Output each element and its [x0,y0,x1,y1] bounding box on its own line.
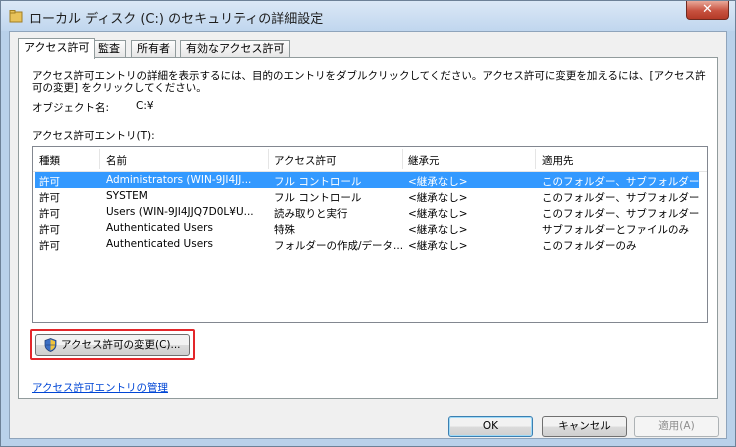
cancel-button[interactable]: キャンセル [542,416,627,437]
manage-entries-link[interactable]: アクセス許可エントリの管理 [32,380,168,395]
column-header-permission[interactable]: アクセス許可 [274,153,336,168]
cell-permission: フォルダーの作成/データ... [274,240,402,252]
window-title: ローカル ディスク (C:) のセキュリティの詳細設定 [29,12,324,27]
close-icon: ✕ [702,2,713,17]
cell-apply-to: このフォルダー、サブフォルダーお... [542,192,700,204]
change-permissions-button[interactable]: アクセス許可の変更(C)... [35,334,190,356]
tab-auditing[interactable]: 監査 [92,40,126,58]
cell-inherited-from: <継承なし> [408,208,468,220]
column-header-name[interactable]: 名前 [106,153,127,168]
permissions-panel: アクセス許可エントリの詳細を表示するには、目的のエントリをダブルクリックしてくだ… [18,57,718,399]
cell-name: Authenticated Users [106,238,213,250]
table-row[interactable]: 許可 Authenticated Users フォルダーの作成/データ... <… [35,236,699,252]
cell-name: Users (WIN-9JI4JJQ7D0L¥U... [106,206,254,218]
table-row[interactable]: 許可 Administrators (WIN-9JI4JJ... フル コントロ… [35,172,700,188]
table-row[interactable]: 許可 Authenticated Users 特殊 <継承なし> サブフォルダー… [35,220,699,236]
cell-inherited-from: <継承なし> [408,192,468,204]
column-header-apply-to[interactable]: 適用先 [542,153,574,168]
cell-apply-to: このフォルダー、サブフォルダーお... [542,208,700,220]
cell-name: SYSTEM [106,190,148,202]
cell-permission: 特殊 [274,224,295,236]
title-bar[interactable]: ローカル ディスク (C:) のセキュリティの詳細設定 ✕ [1,1,735,31]
cell-type: 許可 [39,208,60,220]
cell-name: Authenticated Users [106,222,213,234]
object-name-value: C:¥ [136,100,154,112]
column-header-inherited-from[interactable]: 継承元 [408,153,440,168]
cell-inherited-from: <継承なし> [408,176,468,188]
dialog-client: アクセス許可 監査 所有者 有効なアクセス許可 アクセス許可エントリの詳細を表示… [9,31,727,439]
uac-shield-icon [44,338,57,352]
cell-type: 許可 [39,192,60,204]
apply-button[interactable]: 適用(A) [634,416,719,437]
cell-inherited-from: <継承なし> [408,224,468,236]
close-button[interactable]: ✕ [686,1,729,20]
list-header: 種類 名前 アクセス許可 継承元 適用先 [33,147,707,172]
ok-button[interactable]: OK [448,416,533,437]
tab-permissions[interactable]: アクセス許可 [18,38,96,59]
cell-permission: フル コントロール [274,192,362,204]
table-row[interactable]: 許可 SYSTEM フル コントロール <継承なし> このフォルダー、サブフォル… [35,188,700,204]
cell-permission: フル コントロール [274,176,362,188]
object-name-row: オブジェクト名: C:¥ [32,100,154,115]
cell-name: Administrators (WIN-9JI4JJ... [106,174,252,186]
entries-label: アクセス許可エントリ(T): [32,130,155,142]
object-name-label: オブジェクト名: [32,102,110,114]
cell-apply-to: サブフォルダーとファイルのみ [542,224,689,236]
cell-apply-to: このフォルダーのみ [542,240,637,252]
table-row[interactable]: 許可 Users (WIN-9JI4JJQ7D0L¥U... 読み取りと実行 <… [35,204,700,220]
description-text: アクセス許可エントリの詳細を表示するには、目的のエントリをダブルクリックしてくだ… [32,70,706,94]
cell-apply-to: このフォルダー、サブフォルダーお... [542,176,700,188]
tab-owner[interactable]: 所有者 [131,40,176,58]
tab-effective-permissions[interactable]: 有効なアクセス許可 [180,40,291,58]
column-header-type[interactable]: 種類 [39,153,60,168]
change-permissions-label: アクセス許可の変更(C)... [61,339,181,351]
cell-type: 許可 [39,176,60,188]
folder-icon [9,10,23,23]
cell-type: 許可 [39,240,60,252]
cell-permission: 読み取りと実行 [274,208,348,220]
cell-type: 許可 [39,224,60,236]
cell-inherited-from: <継承なし> [408,240,468,252]
permission-entries-list[interactable]: 種類 名前 アクセス許可 継承元 適用先 許可 Administrators (… [32,146,708,323]
security-dialog-window: ローカル ディスク (C:) のセキュリティの詳細設定 ✕ アクセス許可 監査 … [0,0,736,447]
